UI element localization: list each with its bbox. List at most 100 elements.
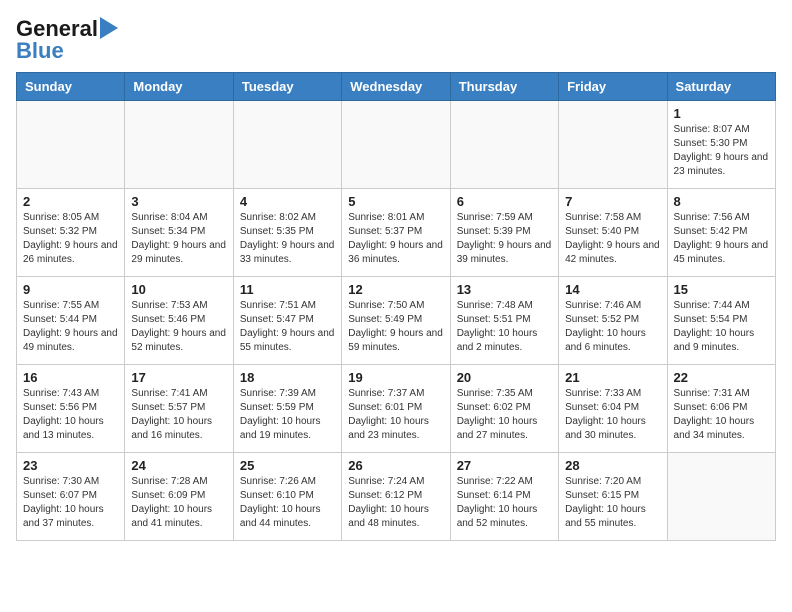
day-number: 28 (565, 458, 660, 473)
calendar-cell: 9 Sunrise: 7:55 AM Sunset: 5:44 PM Daylig… (17, 277, 125, 365)
day-number: 12 (348, 282, 443, 297)
day-number: 27 (457, 458, 552, 473)
day-info: Sunrise: 7:24 AM Sunset: 6:12 PM Dayligh… (348, 475, 443, 531)
page-header: General Blue (16, 16, 776, 64)
calendar-week-2: 2 Sunrise: 8:05 AM Sunset: 5:32 PM Daylig… (17, 189, 776, 277)
day-info: Sunrise: 7:35 AM Sunset: 6:02 PM Dayligh… (457, 387, 552, 443)
calendar-header-tuesday: Tuesday (233, 73, 341, 101)
calendar-header-saturday: Saturday (667, 73, 775, 101)
calendar-header-thursday: Thursday (450, 73, 558, 101)
day-info: Sunrise: 7:48 AM Sunset: 5:51 PM Dayligh… (457, 299, 552, 355)
day-info: Sunrise: 8:07 AM Sunset: 5:30 PM Dayligh… (674, 123, 769, 179)
day-number: 25 (240, 458, 335, 473)
calendar-cell: 21 Sunrise: 7:33 AM Sunset: 6:04 PM Dayli… (559, 365, 667, 453)
day-number: 10 (131, 282, 226, 297)
day-number: 8 (674, 194, 769, 209)
day-number: 26 (348, 458, 443, 473)
day-number: 11 (240, 282, 335, 297)
logo-arrow-icon (100, 17, 118, 39)
day-number: 23 (23, 458, 118, 473)
calendar-cell (233, 101, 341, 189)
calendar-cell: 26 Sunrise: 7:24 AM Sunset: 6:12 PM Dayli… (342, 453, 450, 541)
day-number: 16 (23, 370, 118, 385)
calendar-cell: 18 Sunrise: 7:39 AM Sunset: 5:59 PM Dayli… (233, 365, 341, 453)
day-number: 2 (23, 194, 118, 209)
logo-blue-text: Blue (16, 38, 64, 64)
day-info: Sunrise: 7:39 AM Sunset: 5:59 PM Dayligh… (240, 387, 335, 443)
day-info: Sunrise: 7:28 AM Sunset: 6:09 PM Dayligh… (131, 475, 226, 531)
day-info: Sunrise: 8:05 AM Sunset: 5:32 PM Dayligh… (23, 211, 118, 267)
calendar-cell (125, 101, 233, 189)
calendar-cell: 12 Sunrise: 7:50 AM Sunset: 5:49 PM Dayli… (342, 277, 450, 365)
day-number: 20 (457, 370, 552, 385)
day-number: 4 (240, 194, 335, 209)
calendar-table: SundayMondayTuesdayWednesdayThursdayFrid… (16, 72, 776, 541)
day-info: Sunrise: 7:26 AM Sunset: 6:10 PM Dayligh… (240, 475, 335, 531)
day-info: Sunrise: 7:31 AM Sunset: 6:06 PM Dayligh… (674, 387, 769, 443)
calendar-cell: 6 Sunrise: 7:59 AM Sunset: 5:39 PM Daylig… (450, 189, 558, 277)
day-number: 13 (457, 282, 552, 297)
day-info: Sunrise: 7:43 AM Sunset: 5:56 PM Dayligh… (23, 387, 118, 443)
day-info: Sunrise: 8:04 AM Sunset: 5:34 PM Dayligh… (131, 211, 226, 267)
calendar-cell (342, 101, 450, 189)
day-info: Sunrise: 7:53 AM Sunset: 5:46 PM Dayligh… (131, 299, 226, 355)
calendar-cell (450, 101, 558, 189)
calendar-header-monday: Monday (125, 73, 233, 101)
calendar-cell: 13 Sunrise: 7:48 AM Sunset: 5:51 PM Dayli… (450, 277, 558, 365)
day-info: Sunrise: 8:01 AM Sunset: 5:37 PM Dayligh… (348, 211, 443, 267)
day-info: Sunrise: 7:58 AM Sunset: 5:40 PM Dayligh… (565, 211, 660, 267)
day-info: Sunrise: 7:33 AM Sunset: 6:04 PM Dayligh… (565, 387, 660, 443)
calendar-cell: 8Sunrise: 7:56 AM Sunset: 5:42 PM Daylig… (667, 189, 775, 277)
calendar-week-1: 1 Sunrise: 8:07 AM Sunset: 5:30 PM Daylig… (17, 101, 776, 189)
calendar-cell: 24Sunrise: 7:28 AM Sunset: 6:09 PM Dayli… (125, 453, 233, 541)
calendar-cell: 7 Sunrise: 7:58 AM Sunset: 5:40 PM Daylig… (559, 189, 667, 277)
day-number: 1 (674, 106, 769, 121)
day-number: 5 (348, 194, 443, 209)
calendar-cell: 14 Sunrise: 7:46 AM Sunset: 5:52 PM Dayli… (559, 277, 667, 365)
day-info: Sunrise: 7:30 AM Sunset: 6:07 PM Dayligh… (23, 475, 118, 531)
day-info: Sunrise: 7:59 AM Sunset: 5:39 PM Dayligh… (457, 211, 552, 267)
calendar-cell: 1 Sunrise: 8:07 AM Sunset: 5:30 PM Daylig… (667, 101, 775, 189)
day-number: 22 (674, 370, 769, 385)
calendar-cell (667, 453, 775, 541)
day-info: Sunrise: 7:22 AM Sunset: 6:14 PM Dayligh… (457, 475, 552, 531)
calendar-header-row: SundayMondayTuesdayWednesdayThursdayFrid… (17, 73, 776, 101)
day-info: Sunrise: 7:55 AM Sunset: 5:44 PM Dayligh… (23, 299, 118, 355)
calendar-cell (559, 101, 667, 189)
calendar-week-5: 23 Sunrise: 7:30 AM Sunset: 6:07 PM Dayli… (17, 453, 776, 541)
calendar-cell: 25 Sunrise: 7:26 AM Sunset: 6:10 PM Dayli… (233, 453, 341, 541)
day-number: 7 (565, 194, 660, 209)
calendar-cell: 23 Sunrise: 7:30 AM Sunset: 6:07 PM Dayli… (17, 453, 125, 541)
day-number: 18 (240, 370, 335, 385)
day-number: 3 (131, 194, 226, 209)
calendar-header-wednesday: Wednesday (342, 73, 450, 101)
day-info: Sunrise: 7:44 AM Sunset: 5:54 PM Dayligh… (674, 299, 769, 355)
day-number: 21 (565, 370, 660, 385)
day-info: Sunrise: 7:20 AM Sunset: 6:15 PM Dayligh… (565, 475, 660, 531)
calendar-cell (17, 101, 125, 189)
calendar-cell: 15 Sunrise: 7:44 AM Sunset: 5:54 PM Dayli… (667, 277, 775, 365)
day-info: Sunrise: 7:37 AM Sunset: 6:01 PM Dayligh… (348, 387, 443, 443)
calendar-cell: 2 Sunrise: 8:05 AM Sunset: 5:32 PM Daylig… (17, 189, 125, 277)
calendar-cell: 28 Sunrise: 7:20 AM Sunset: 6:15 PM Dayli… (559, 453, 667, 541)
calendar-cell: 20 Sunrise: 7:35 AM Sunset: 6:02 PM Dayli… (450, 365, 558, 453)
calendar-cell: 17 Sunrise: 7:41 AM Sunset: 5:57 PM Dayli… (125, 365, 233, 453)
calendar-header-sunday: Sunday (17, 73, 125, 101)
day-number: 17 (131, 370, 226, 385)
day-number: 6 (457, 194, 552, 209)
calendar-week-4: 16 Sunrise: 7:43 AM Sunset: 5:56 PM Dayli… (17, 365, 776, 453)
day-number: 19 (348, 370, 443, 385)
calendar-cell: 3 Sunrise: 8:04 AM Sunset: 5:34 PM Daylig… (125, 189, 233, 277)
logo: General Blue (16, 16, 118, 64)
day-number: 9 (23, 282, 118, 297)
calendar-cell: 11Sunrise: 7:51 AM Sunset: 5:47 PM Dayli… (233, 277, 341, 365)
calendar-cell: 22 Sunrise: 7:31 AM Sunset: 6:06 PM Dayli… (667, 365, 775, 453)
day-info: Sunrise: 7:41 AM Sunset: 5:57 PM Dayligh… (131, 387, 226, 443)
day-info: Sunrise: 7:46 AM Sunset: 5:52 PM Dayligh… (565, 299, 660, 355)
calendar-cell: 27 Sunrise: 7:22 AM Sunset: 6:14 PM Dayli… (450, 453, 558, 541)
calendar-cell: 4Sunrise: 8:02 AM Sunset: 5:35 PM Daylig… (233, 189, 341, 277)
day-number: 15 (674, 282, 769, 297)
calendar-cell: 16 Sunrise: 7:43 AM Sunset: 5:56 PM Dayli… (17, 365, 125, 453)
day-number: 14 (565, 282, 660, 297)
day-info: Sunrise: 7:50 AM Sunset: 5:49 PM Dayligh… (348, 299, 443, 355)
